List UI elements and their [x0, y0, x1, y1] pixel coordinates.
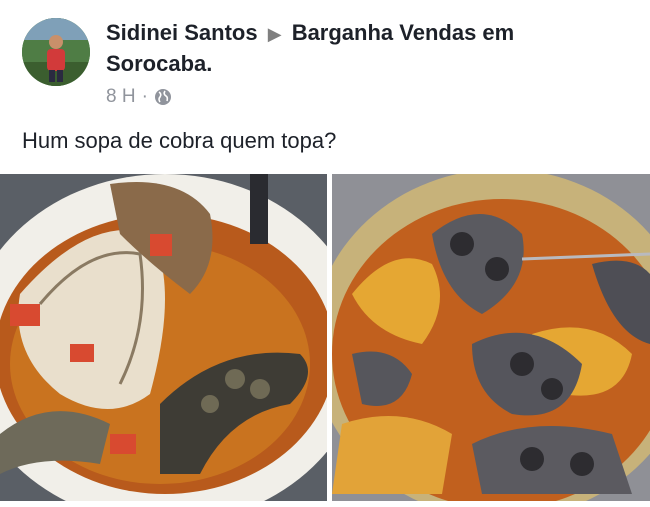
pot-image	[332, 174, 650, 501]
author-name[interactable]: Sidinei Santos	[106, 20, 258, 45]
snake-pot-photo[interactable]	[332, 174, 650, 501]
post-header: Sidinei Santos ▶ Barganha Vendas em Soroc…	[0, 0, 650, 120]
author-line: Sidinei Santos ▶ Barganha Vendas em Soroc…	[106, 18, 626, 79]
meta-separator: ·	[141, 86, 148, 107]
group-name-line1: Barganha Vendas em	[291, 20, 515, 45]
globe-icon[interactable]	[154, 88, 172, 106]
post-text: Hum sopa de cobra quem topa?	[22, 128, 337, 153]
avatar[interactable]	[22, 18, 90, 86]
arrow-icon: ▶	[267, 24, 282, 44]
timestamp[interactable]: 8 H	[106, 86, 136, 108]
group-name-line2: Sorocaba.	[106, 51, 213, 76]
snake-soup-bowl-photo[interactable]	[0, 174, 327, 501]
bowl-image	[0, 174, 327, 501]
avatar-image	[22, 18, 90, 86]
post-meta: 8 H ·	[106, 86, 172, 108]
